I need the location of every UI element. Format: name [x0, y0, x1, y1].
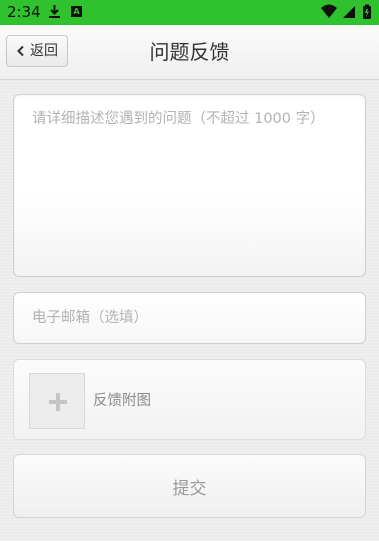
plus-icon	[49, 393, 67, 411]
submit-button[interactable]: 提交	[13, 454, 366, 518]
battery-icon	[363, 4, 371, 19]
attachment-section: 反馈附图	[13, 359, 366, 440]
status-time: 2:34	[7, 3, 41, 21]
email-field-container	[13, 292, 366, 344]
add-image-button[interactable]	[29, 373, 85, 429]
status-indicators	[321, 4, 371, 19]
description-field-container	[13, 94, 366, 277]
back-button[interactable]: 返回	[6, 35, 68, 67]
submit-button-label: 提交	[172, 478, 207, 499]
notification-a-icon: A	[71, 6, 82, 17]
description-textarea[interactable]	[14, 95, 365, 276]
attachment-label: 反馈附图	[93, 393, 151, 409]
wifi-icon	[321, 4, 337, 18]
status-bar: 2:34 A	[0, 0, 379, 25]
navigation-bar: 返回 问题反馈	[0, 25, 379, 80]
email-field[interactable]	[14, 293, 365, 343]
cell-signal-icon	[343, 6, 355, 18]
download-icon	[49, 5, 60, 18]
chevron-left-icon	[17, 45, 24, 57]
back-button-label: 返回	[30, 43, 58, 59]
